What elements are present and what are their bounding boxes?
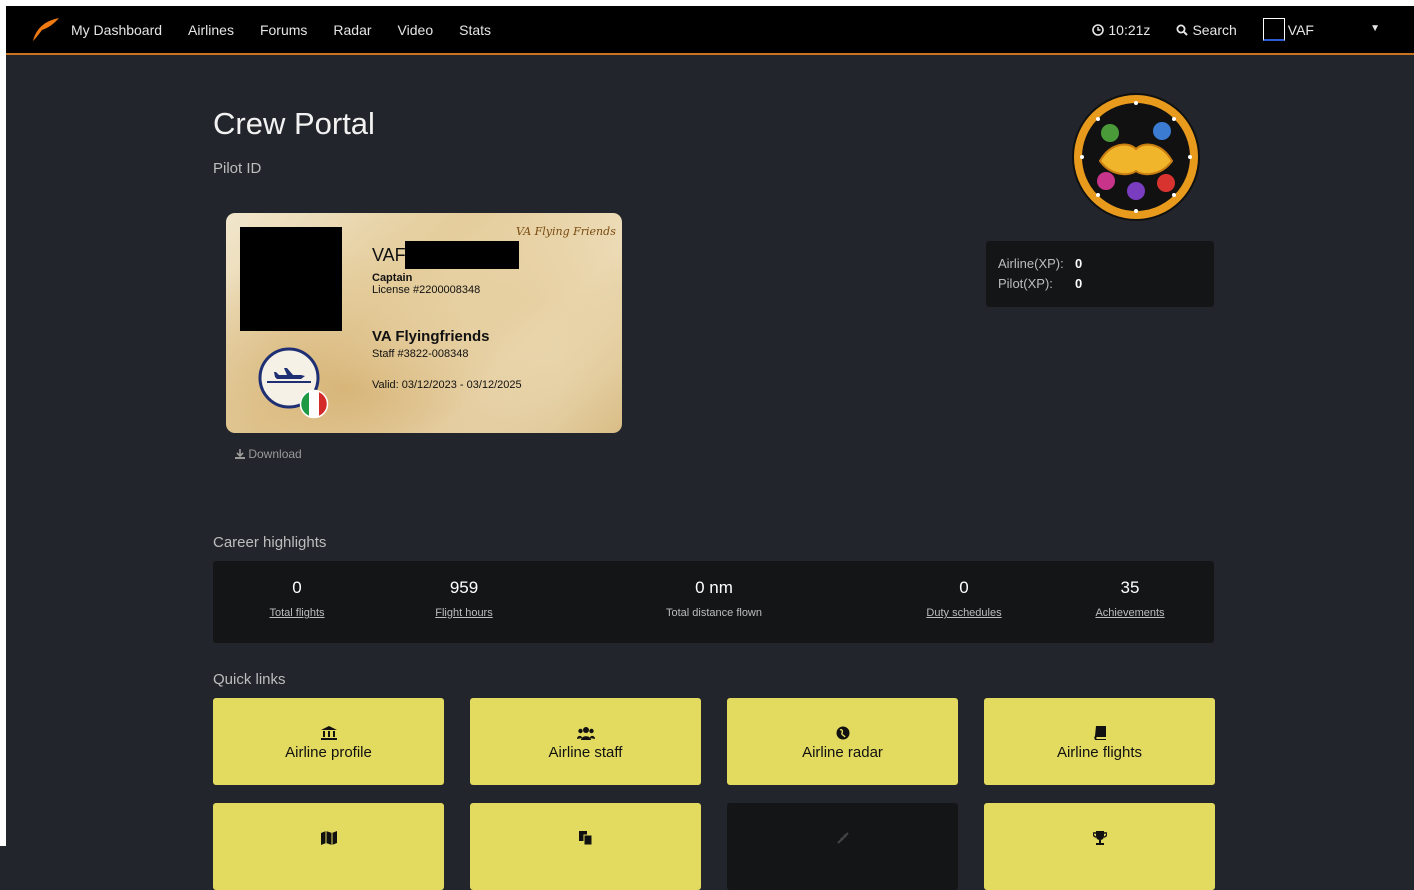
quick-links-heading: Quick links [213, 671, 286, 688]
nav-right: 10:21z Search VAF [1092, 6, 1414, 53]
user-name: VAF [1287, 21, 1314, 38]
quick-link-airline-flights[interactable]: Airline flights [984, 698, 1215, 785]
card-staff-number: Staff #3822-008348 [372, 348, 469, 360]
pilot-xp-value: 0 [1075, 276, 1083, 291]
user-menu[interactable]: VAF [1262, 18, 1314, 41]
stat-label-total-distance: Total distance flown [666, 607, 762, 619]
tile-label: Airline staff [548, 744, 623, 761]
pilot-photo [240, 227, 342, 331]
card-airline: VA Flyingfriends [372, 328, 490, 345]
book-icon [1093, 726, 1106, 740]
xp-panel: Airline(XP): 0 Pilot(XP): 0 [986, 241, 1214, 307]
stat-value: 0 [292, 578, 302, 597]
utc-clock: 10:21z [1092, 22, 1150, 38]
nav-stats[interactable]: Stats [459, 22, 491, 38]
airline-xp-row: Airline(XP): 0 [998, 256, 1082, 271]
redacted-name [405, 241, 519, 269]
airline-xp-label: Airline(XP): [998, 256, 1064, 271]
pilot-xp-label: Pilot(XP): [998, 276, 1053, 291]
plane-disabled-icon [836, 832, 849, 844]
friends-badge-icon [1072, 93, 1200, 221]
pilot-id-card: VAF VA Flying Friends Captain License #2… [226, 213, 622, 433]
stat-link-flight-hours[interactable]: Flight hours [384, 607, 544, 619]
quick-link-trophies[interactable] [984, 803, 1215, 890]
italy-flag-icon [299, 389, 329, 419]
nav-video[interactable]: Video [398, 22, 434, 38]
career-highlights-heading: Career highlights [213, 534, 327, 551]
bank-icon [320, 726, 337, 740]
nav-forums[interactable]: Forums [260, 22, 307, 38]
chevron-down-icon[interactable]: ▼ [1370, 23, 1380, 34]
copy-icon [578, 831, 592, 845]
quick-link-airline-radar[interactable]: Airline radar [727, 698, 958, 785]
card-brand-logo: VA Flying Friends [516, 225, 616, 238]
tile-label: Airline flights [1056, 744, 1143, 761]
window-frame-left [0, 0, 6, 846]
stat-value: 0 nm [695, 578, 733, 597]
card-rank: Captain [372, 272, 413, 284]
download-link[interactable]: Download [235, 447, 302, 461]
quick-link-map[interactable] [213, 803, 444, 890]
nav-radar[interactable]: Radar [333, 22, 371, 38]
nav-menu: My Dashboard Airlines Forums Radar Video… [71, 6, 517, 53]
users-icon [576, 727, 595, 740]
search-link[interactable]: Search [1176, 21, 1237, 38]
airline-xp-value: 0 [1075, 256, 1083, 271]
quick-link-airline-profile[interactable]: Airline profile [213, 698, 444, 785]
pilot-xp-row: Pilot(XP): 0 [998, 276, 1082, 291]
quick-link-airline-staff[interactable]: Airline staff [470, 698, 701, 785]
map-icon [320, 831, 337, 845]
card-callsign: VAF [372, 245, 406, 265]
pilot-id-heading: Pilot ID [213, 160, 262, 177]
search-label: Search [1192, 21, 1237, 38]
card-license: License #2200008348 [372, 284, 481, 296]
stat-value: 35 [1120, 578, 1140, 597]
nav-airlines[interactable]: Airlines [188, 22, 234, 38]
tile-label: Airline profile [285, 744, 372, 761]
clock-icon [1092, 23, 1105, 36]
quick-link-disabled [727, 803, 958, 890]
card-validity: Valid: 03/12/2023 - 03/12/2025 [372, 379, 522, 391]
page-title: Crew Portal [213, 106, 375, 141]
avatar [1262, 18, 1285, 41]
nav-my-dashboard[interactable]: My Dashboard [71, 22, 162, 38]
stat-link-duty-schedules[interactable]: Duty schedules [884, 607, 1044, 619]
clock-time: 10:21z [1108, 21, 1151, 38]
top-navbar: My Dashboard Airlines Forums Radar Video… [6, 6, 1414, 55]
stat-link-total-flights[interactable]: Total flights [217, 607, 377, 619]
search-icon [1176, 24, 1189, 36]
stat-link-achievements[interactable]: Achievements [1050, 607, 1210, 619]
download-icon [235, 449, 245, 459]
career-stats-panel: 0 Total flights 959 Flight hours 0 nm To… [213, 561, 1214, 643]
brand-logo-icon[interactable] [30, 15, 60, 43]
stat-value: 0 [959, 578, 969, 597]
trophy-icon [1092, 831, 1107, 845]
quick-link-documents[interactable] [470, 803, 701, 890]
download-label: Download [248, 447, 302, 461]
tile-label: Airline radar [802, 744, 883, 761]
stat-value: 959 [449, 578, 479, 597]
globe-icon [836, 726, 849, 740]
